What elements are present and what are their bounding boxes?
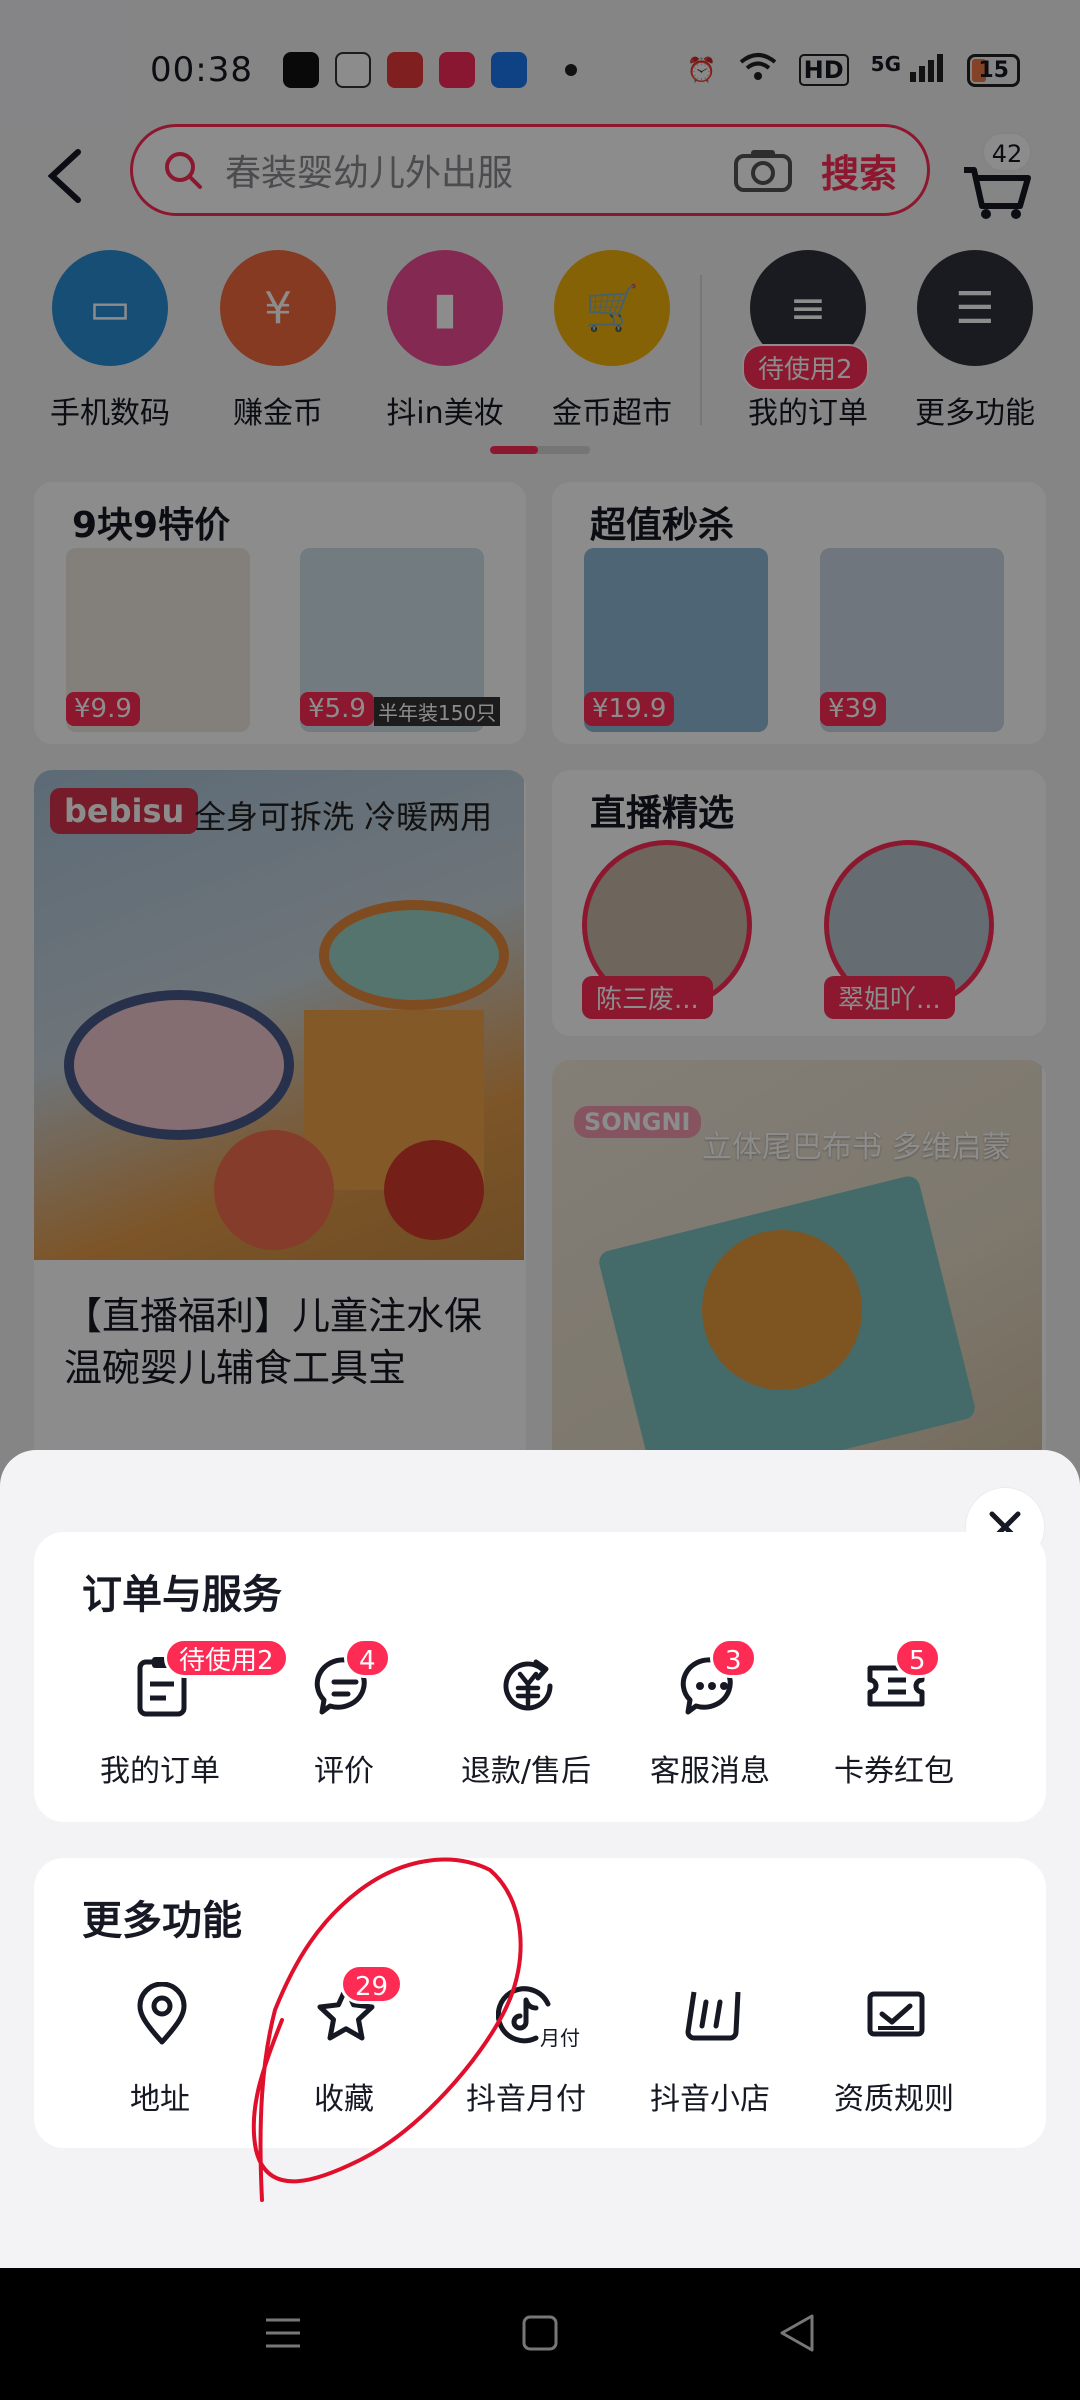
favorites-count-badge: 29 — [340, 1964, 404, 2004]
license-icon — [867, 1991, 925, 2037]
entry-label: 卡券红包 — [834, 1754, 954, 1789]
messages-count-badge: 3 — [710, 1638, 757, 1678]
refund-entry[interactable]: 退款/售后 — [436, 1654, 616, 1804]
coupons-entry[interactable]: 卡券红包 — [804, 1654, 984, 1804]
entry-label: 退款/售后 — [460, 1754, 592, 1789]
entry-label: 资质规则 — [834, 2082, 954, 2117]
monthly-pay-sub-label: 月付 — [540, 2026, 580, 2050]
entry-label: 收藏 — [314, 2082, 374, 2117]
qualification-rules-entry[interactable]: 资质规则 — [804, 1982, 984, 2132]
location-icon — [137, 1982, 187, 2045]
refund-icon — [503, 1659, 553, 1711]
orders-services-section: 订单与服务 我的订单 待使用2 评价 4 退款/售后 客服消息 3 卡券红包 5 — [34, 1532, 1046, 1822]
section-title: 订单与服务 — [82, 1572, 282, 1618]
customer-service-entry[interactable]: 客服消息 — [620, 1654, 800, 1804]
coupons-count-badge: 5 — [894, 1638, 941, 1678]
entry-label: 评价 — [314, 1754, 374, 1789]
entry-label: 抖音月付 — [466, 2082, 586, 2117]
entry-label: 客服消息 — [650, 1754, 770, 1789]
address-entry[interactable]: 地址 — [70, 1982, 250, 2132]
home-icon[interactable] — [515, 2308, 565, 2358]
services-bottom-sheet: 订单与服务 我的订单 待使用2 评价 4 退款/售后 客服消息 3 卡券红包 5… — [0, 1450, 1080, 2270]
entry-label: 地址 — [130, 2082, 190, 2117]
shop-icon — [685, 1991, 741, 2041]
reviews-entry[interactable]: 评价 — [254, 1654, 434, 1804]
favorites-entry[interactable]: 收藏 — [254, 1982, 434, 2132]
section-title: 更多功能 — [82, 1898, 242, 1944]
douyin-shop-entry[interactable]: 抖音小店 — [620, 1982, 800, 2132]
entry-label: 抖音小店 — [650, 2082, 770, 2117]
more-functions-section: 更多功能 地址 收藏 29 月付 抖音月付 抖音小店 资质规则 — [34, 1858, 1046, 2148]
recents-icon[interactable] — [258, 2308, 308, 2358]
system-nav-bar — [0, 2268, 1080, 2400]
reviews-count-badge: 4 — [344, 1638, 391, 1678]
entry-label: 我的订单 — [100, 1754, 220, 1789]
monthly-pay-entry[interactable]: 月付 抖音月付 — [436, 1982, 616, 2132]
back-icon[interactable] — [772, 2308, 822, 2358]
